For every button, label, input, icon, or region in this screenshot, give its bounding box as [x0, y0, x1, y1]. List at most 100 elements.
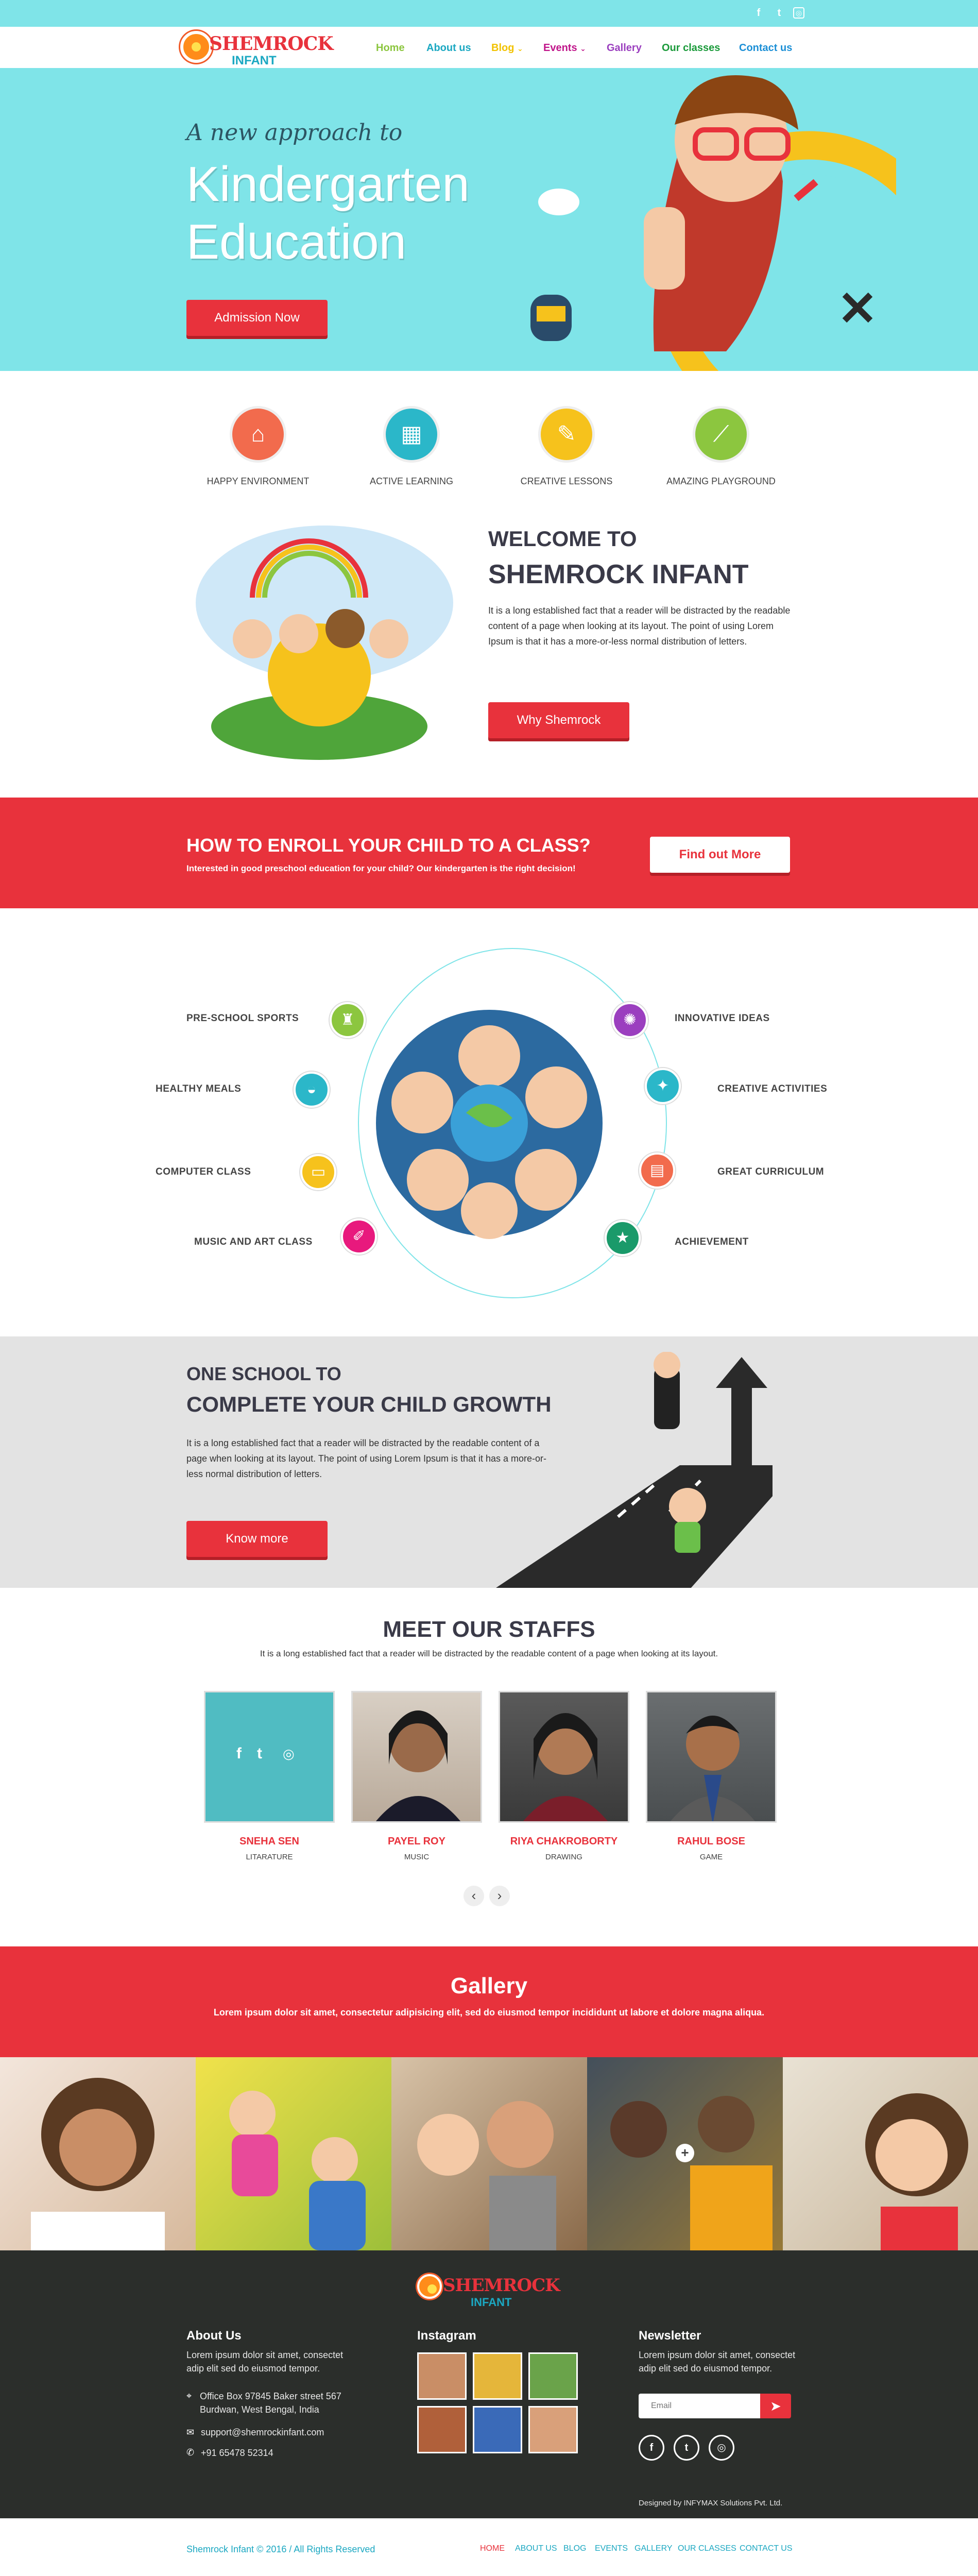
staff-photo[interactable]: [499, 1691, 629, 1823]
program-label: GREAT CURRICULUM: [717, 1166, 825, 1177]
newsletter-email-input[interactable]: [639, 2394, 760, 2418]
feature-label: HAPPY ENVIRONMENT: [207, 476, 310, 486]
nav-blog-label: Blog: [491, 42, 514, 54]
enroll-text: Interested in good preschool education f…: [186, 863, 576, 873]
twitter-icon[interactable]: t: [674, 2435, 699, 2461]
program-label: HEALTHY MEALS: [156, 1083, 242, 1094]
child-photo: [229, 2091, 366, 2250]
newsletter-heading: Newsletter: [639, 2329, 701, 2343]
facebook-icon[interactable]: f: [236, 1745, 242, 1762]
staff-role: GAME: [699, 1853, 723, 1861]
instagram-icon[interactable]: ◎: [283, 1746, 295, 1762]
program-label: MUSIC AND ART CLASS: [194, 1236, 313, 1247]
staff-role: MUSIC: [404, 1853, 430, 1861]
zoom-icon[interactable]: +: [676, 2144, 694, 2162]
nav-events[interactable]: Events ⌄: [543, 42, 586, 54]
welcome-illustration: [196, 526, 453, 760]
instagram-thumb[interactable]: [473, 2406, 522, 2453]
location-pin-icon: ⌖: [186, 2391, 192, 2401]
staff-name: PAYEL ROY: [388, 1836, 445, 1847]
staff-name: RAHUL BOSE: [677, 1836, 745, 1847]
instagram-icon[interactable]: ◎: [709, 2435, 734, 2461]
footer-address: Office Box 97845 Baker street 567 Burdwa…: [200, 2391, 341, 2415]
flower-logo-icon: [180, 31, 212, 63]
instagram-icon[interactable]: ◎: [793, 7, 804, 19]
mail-icon: ✉: [186, 2427, 195, 2437]
footer-nav-events[interactable]: EVENTS: [595, 2544, 628, 2553]
staff-role: LITARATURE: [246, 1853, 293, 1861]
nav-blog[interactable]: Blog ⌄: [491, 42, 523, 54]
footer-nav-classes[interactable]: OUR CLASSES: [678, 2544, 736, 2553]
road-illustration: [496, 1352, 773, 1588]
welcome-text: It is a long established fact that a rea…: [488, 605, 791, 647]
instagram-thumb[interactable]: [417, 2406, 467, 2453]
footer-nav-gallery[interactable]: GALLERY: [634, 2544, 673, 2553]
children-globe-photo: [376, 1010, 603, 1239]
feature-label: CREATIVE LESSONS: [520, 476, 613, 486]
footer-nav-contact[interactable]: CONTACT US: [740, 2544, 793, 2553]
staff-subtitle: It is a long established fact that a rea…: [260, 1649, 718, 1658]
instagram-thumb[interactable]: [473, 2352, 522, 2400]
nav-gallery[interactable]: Gallery: [607, 42, 642, 54]
why-shemrock-button[interactable]: Why Shemrock: [488, 702, 629, 738]
staff-title: MEET OUR STAFFS: [383, 1617, 595, 1642]
gallery-photo[interactable]: [783, 2057, 978, 2250]
logo-subtitle: INFANT: [471, 2296, 512, 2309]
instagram-thumb[interactable]: [528, 2352, 578, 2400]
footer-email[interactable]: support@shemrockinfant.com: [201, 2426, 324, 2439]
top-bar: f t ◎: [0, 0, 978, 27]
footer-nav-home[interactable]: HOME: [480, 2544, 505, 2553]
meal-icon: ◒: [294, 1072, 330, 1108]
footer-logo[interactable]: SHEMROCK INFANT: [417, 2271, 572, 2312]
staff-photo[interactable]: f t ◎: [204, 1691, 335, 1823]
gallery-photo[interactable]: [196, 2057, 391, 2250]
person-portrait: [523, 1713, 608, 1821]
instagram-heading: Instagram: [417, 2329, 476, 2343]
bottom-bar: Shemrock Infant © 2016 / All Rights Rese…: [0, 2518, 978, 2576]
know-more-button[interactable]: Know more: [186, 1521, 328, 1557]
footer-nav-blog[interactable]: BLOG: [563, 2544, 586, 2553]
child-photo: [417, 2101, 556, 2250]
copyright: Shemrock Infant © 2016 / All Rights Rese…: [186, 2544, 375, 2554]
staff-role: DRAWING: [545, 1853, 582, 1861]
find-out-more-button[interactable]: Find out More: [650, 837, 790, 873]
person-portrait: [671, 1716, 755, 1821]
footer-phone: +91 65478 52314: [201, 2448, 273, 2458]
twitter-icon[interactable]: t: [773, 6, 786, 20]
nav-events-label: Events: [543, 42, 577, 54]
footer-nav-about[interactable]: ABOUT US: [515, 2544, 557, 2553]
admission-button[interactable]: Admission Now: [186, 300, 328, 336]
program-label: COMPUTER CLASS: [156, 1166, 251, 1177]
enroll-banner: HOW TO ENROLL YOUR CHILD TO A CLASS? Int…: [0, 798, 978, 908]
nav-contact[interactable]: Contact us: [739, 42, 792, 54]
logo-subtitle: INFANT: [232, 54, 277, 67]
enroll-title: HOW TO ENROLL YOUR CHILD TO A CLASS?: [186, 835, 591, 856]
twitter-icon[interactable]: t: [257, 1745, 262, 1762]
nav-classes[interactable]: Our classes: [662, 42, 720, 54]
gallery-title: Gallery: [450, 1973, 528, 1998]
about-text: Lorem ipsum dolor sit amet, consectet ad…: [186, 2350, 344, 2374]
nav-about[interactable]: About us: [426, 42, 471, 54]
lightbulb-icon: ✦: [645, 1068, 681, 1104]
gallery-photo[interactable]: [0, 2057, 196, 2250]
staff-name: SNEHA SEN: [239, 1836, 299, 1847]
flower-logo-icon: [417, 2274, 442, 2299]
brain-icon: ✺: [612, 1002, 648, 1038]
staff-photo[interactable]: [351, 1691, 482, 1823]
send-icon[interactable]: ➤: [760, 2394, 791, 2418]
instagram-thumb[interactable]: [417, 2352, 467, 2400]
facebook-icon[interactable]: f: [639, 2435, 664, 2461]
facebook-icon[interactable]: f: [752, 6, 765, 20]
slide-icon: ⟋: [693, 406, 749, 463]
instagram-thumb[interactable]: [528, 2406, 578, 2453]
staff-photo[interactable]: [646, 1691, 777, 1823]
carousel-next-button[interactable]: ›: [489, 1886, 510, 1906]
nav-home[interactable]: Home: [376, 42, 405, 54]
gallery-photo[interactable]: +: [587, 2057, 783, 2250]
program-label: INNOVATIVE IDEAS: [675, 1013, 770, 1024]
gallery-photo[interactable]: [391, 2057, 587, 2250]
designer-credit[interactable]: Designed by INFYMAX Solutions Pvt. Ltd.: [639, 2499, 782, 2507]
carousel-prev-button[interactable]: ‹: [464, 1886, 484, 1906]
feature-label: AMAZING PLAYGROUND: [666, 476, 776, 486]
program-label: ACHIEVEMENT: [675, 1236, 749, 1247]
